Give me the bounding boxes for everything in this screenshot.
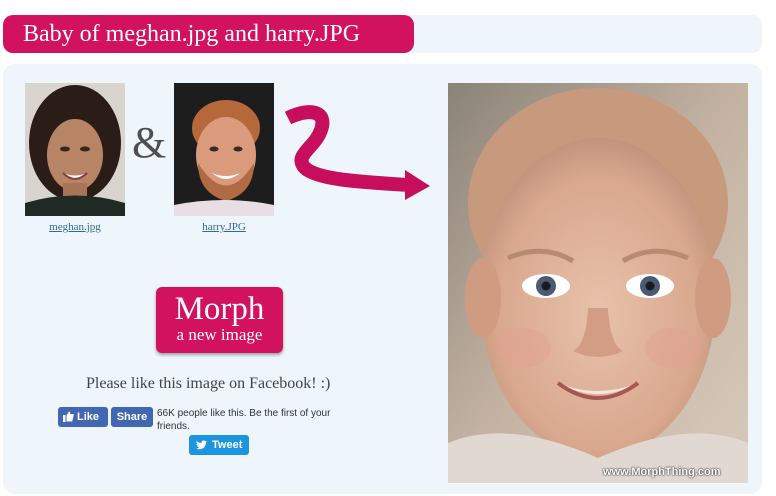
first-filename-link[interactable]: meghan.jpg: [25, 221, 125, 233]
second-filename-link[interactable]: harry.JPG: [174, 221, 274, 233]
thumbs-up-icon: [63, 411, 74, 422]
facebook-like-count: 66K people like this. Be the first of yo…: [157, 408, 331, 432]
first-face-photo[interactable]: [25, 83, 125, 216]
facebook-like-button[interactable]: Like: [58, 407, 108, 427]
tweet-button[interactable]: Tweet: [189, 435, 249, 455]
morph-button-subtitle: a new image: [176, 325, 263, 344]
page-title: Baby of meghan.jpg and harry.JPG: [3, 15, 414, 53]
facebook-like-label: Like: [77, 411, 100, 423]
ampersand-separator: &: [132, 118, 167, 167]
morph-new-image-button[interactable]: Morph a new image: [156, 287, 283, 353]
tweet-label: Tweet: [212, 439, 243, 451]
morph-result-image[interactable]: [448, 83, 748, 483]
facebook-like-prompt: Please like this image on Facebook! :): [86, 375, 331, 392]
facebook-share-button[interactable]: Share: [111, 407, 153, 427]
second-face-photo[interactable]: [174, 83, 274, 216]
twitter-bird-icon: [196, 440, 207, 450]
morph-button-title: Morph: [174, 291, 265, 327]
curved-arrow-icon: [284, 105, 430, 200]
watermark-text: www.MorphThing.com: [603, 466, 721, 478]
